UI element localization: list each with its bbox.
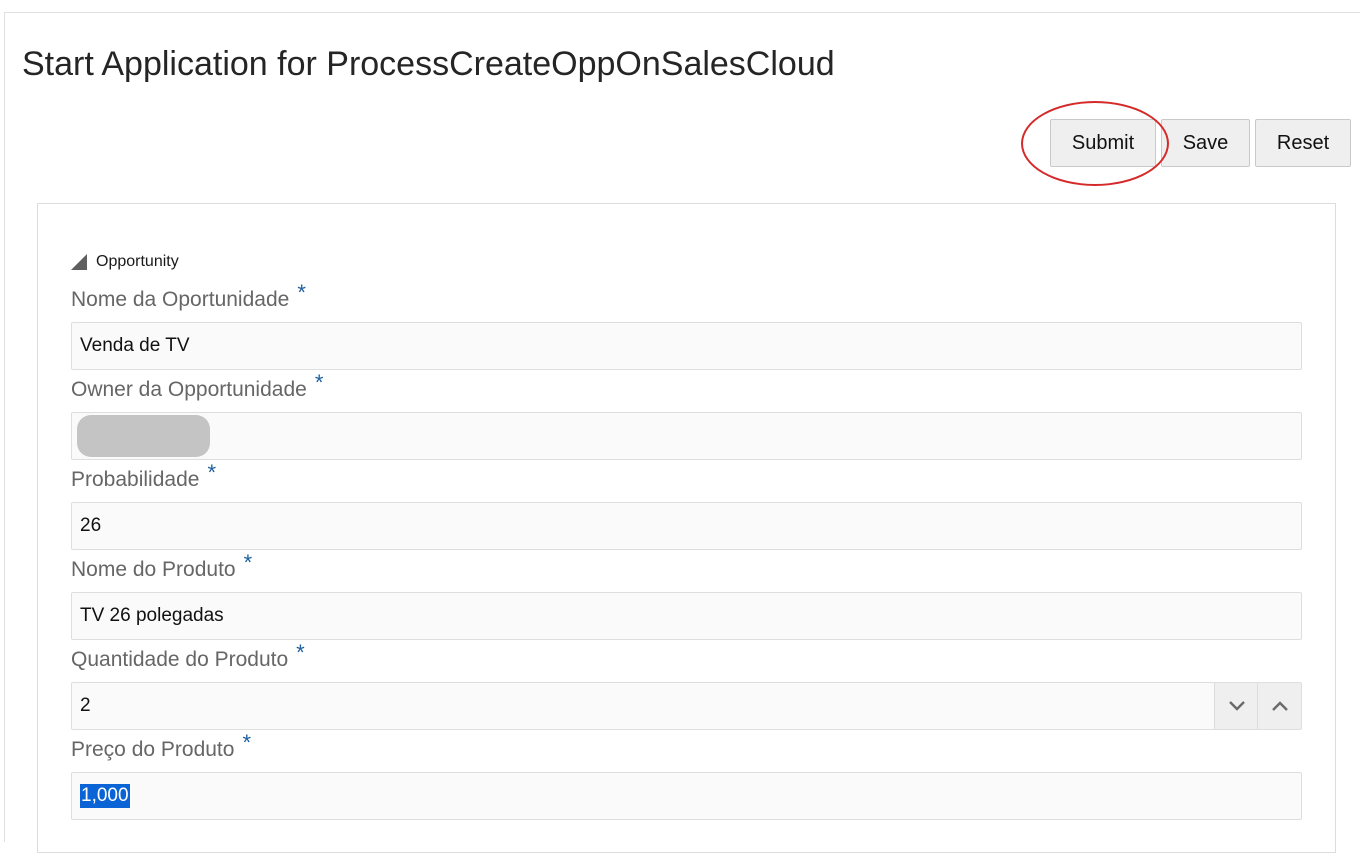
product-name-label-text: Nome do Produto	[71, 558, 236, 581]
required-marker: *	[297, 280, 306, 305]
chevron-down-icon	[1228, 701, 1245, 711]
opportunity-name-value: Venda de TV	[80, 335, 190, 356]
required-marker: *	[242, 730, 251, 755]
probability-label: Probabilidade *	[71, 460, 216, 492]
probability-input[interactable]: 26	[71, 502, 1302, 550]
opportunity-name-label-text: Nome da Oportunidade	[71, 288, 290, 311]
product-name-input[interactable]: TV 26 polegadas	[71, 592, 1302, 640]
section-toggle-opportunity[interactable]: Opportunity	[71, 253, 179, 271]
section-title: Opportunity	[96, 253, 179, 270]
collapse-triangle-icon	[71, 254, 87, 270]
reset-button[interactable]: Reset	[1255, 119, 1351, 167]
product-name-label: Nome do Produto *	[71, 550, 252, 582]
product-quantity-label: Quantidade do Produto *	[71, 640, 305, 672]
required-marker: *	[314, 370, 324, 395]
save-button[interactable]: Save	[1161, 119, 1250, 167]
product-price-label: Preço do Produto *	[71, 730, 251, 762]
required-marker: *	[243, 550, 253, 575]
quantity-stepper[interactable]: 2	[71, 682, 1302, 730]
product-quantity-value: 2	[80, 695, 91, 716]
quantity-increment-button[interactable]	[1257, 683, 1301, 729]
product-price-input[interactable]: 1,000	[71, 772, 1302, 820]
product-name-value: TV 26 polegadas	[80, 605, 224, 626]
probability-value: 26	[80, 515, 102, 536]
quantity-decrement-button[interactable]	[1214, 683, 1258, 729]
product-price-value: 1,000	[80, 784, 130, 808]
required-marker: *	[207, 460, 216, 485]
redacted-owner-value	[77, 415, 210, 457]
chevron-up-icon	[1271, 701, 1288, 711]
product-quantity-label-text: Quantidade do Produto	[71, 648, 289, 671]
page-title: Start Application for ProcessCreateOppOn…	[22, 45, 835, 83]
submit-button[interactable]: Submit	[1050, 119, 1156, 167]
required-marker: *	[296, 640, 305, 665]
opportunity-name-input[interactable]: Venda de TV	[71, 322, 1302, 370]
opportunity-owner-input[interactable]	[71, 412, 1302, 460]
probability-label-text: Probabilidade	[71, 468, 200, 491]
product-price-label-text: Preço do Produto	[71, 738, 235, 761]
opportunity-owner-label-text: Owner da Opportunidade	[71, 378, 307, 401]
opportunity-owner-label: Owner da Opportunidade *	[71, 370, 323, 402]
opportunity-name-label: Nome da Oportunidade *	[71, 280, 306, 312]
